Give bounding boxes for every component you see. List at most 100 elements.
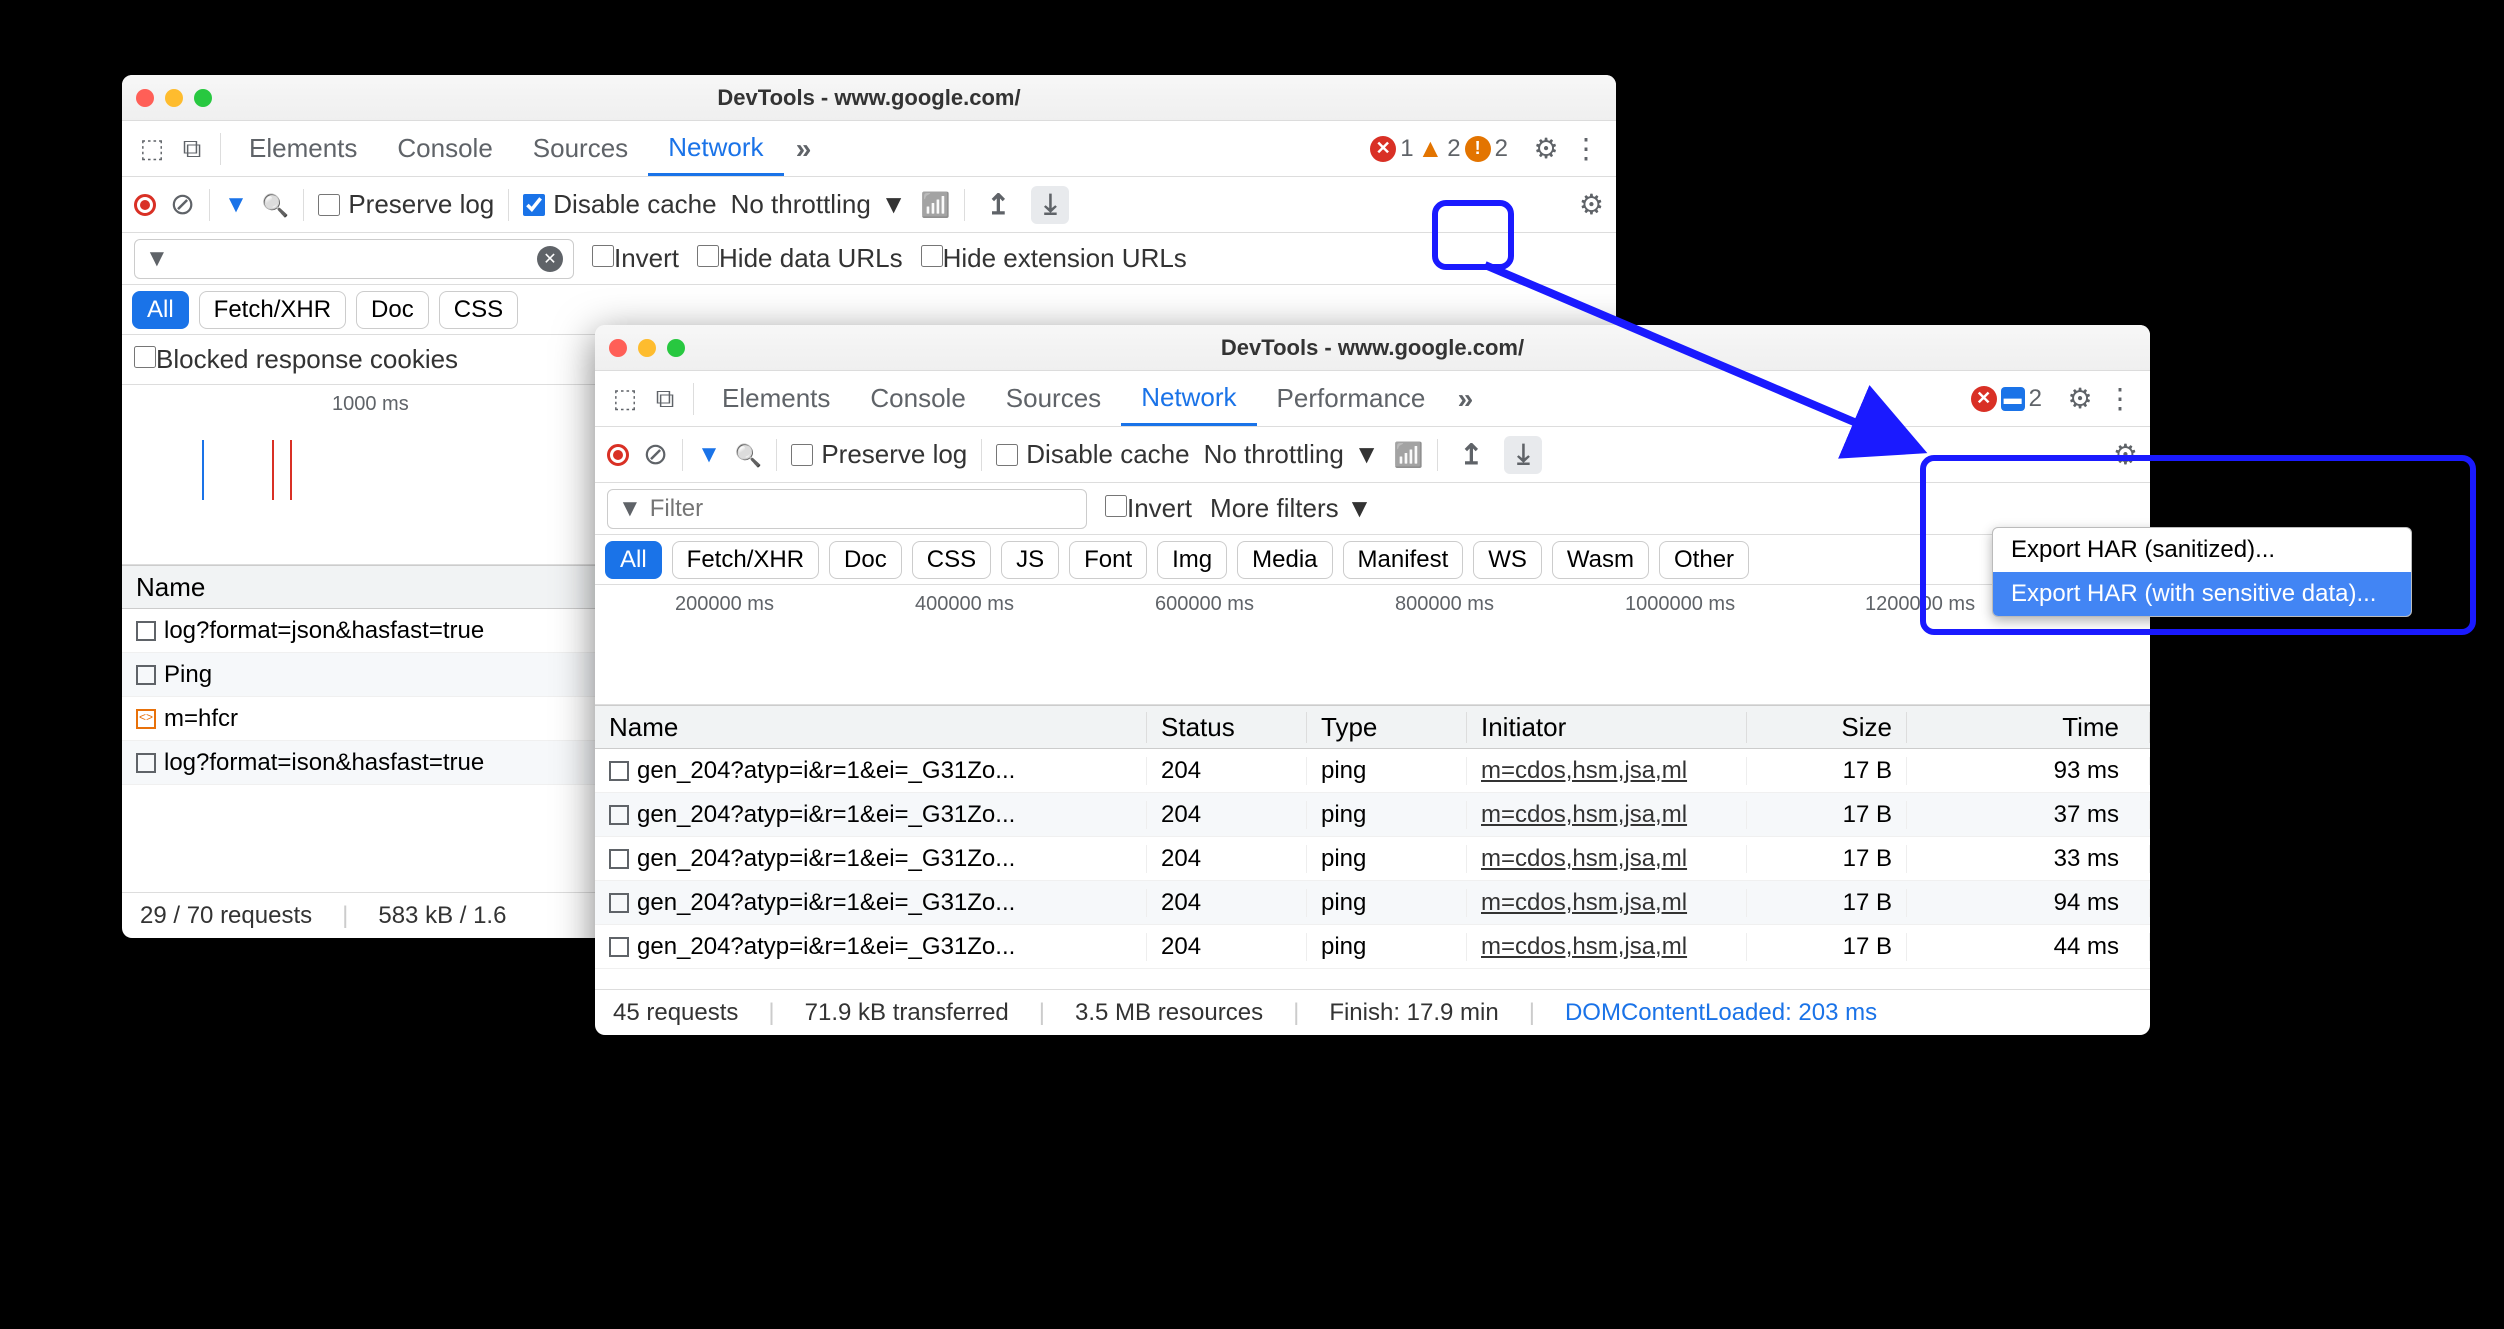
column-name[interactable]: Name	[595, 712, 1147, 743]
chip-css[interactable]: CSS	[439, 291, 518, 329]
record-button[interactable]	[134, 194, 156, 216]
network-conditions-icon[interactable]	[1394, 439, 1424, 470]
chip-manifest[interactable]: Manifest	[1343, 541, 1464, 579]
minimize-window-button[interactable]	[638, 339, 656, 357]
tab-console[interactable]: Console	[850, 371, 985, 426]
invert-checkbox[interactable]: Invert	[592, 243, 679, 274]
column-size[interactable]: Size	[1747, 712, 1907, 743]
timeline-overview[interactable]: 200000 ms 400000 ms 600000 ms 800000 ms …	[595, 585, 2150, 705]
hide-data-urls-checkbox[interactable]: Hide data URLs	[697, 243, 903, 274]
settings-icon[interactable]	[2060, 382, 2100, 415]
column-type[interactable]: Type	[1307, 712, 1467, 743]
export-har-sanitized[interactable]: Export HAR (sanitized)...	[1993, 528, 2411, 572]
network-settings-icon[interactable]	[2113, 438, 2138, 471]
resources-size: 3.5 MB resources	[1075, 999, 1263, 1027]
preserve-log-checkbox[interactable]: Preserve log	[318, 189, 494, 220]
import-har-button[interactable]	[1452, 436, 1490, 474]
chip-fetch-xhr[interactable]: Fetch/XHR	[199, 291, 346, 329]
initiator-link[interactable]: m=cdos,hsm,jsa,ml	[1481, 801, 1687, 828]
timeline-tick: 600000 ms	[1155, 593, 1254, 616]
initiator-link[interactable]: m=cdos,hsm,jsa,ml	[1481, 845, 1687, 872]
throttling-select[interactable]: No throttling▼	[1204, 439, 1380, 470]
maximize-window-button[interactable]	[194, 89, 212, 107]
tab-elements[interactable]: Elements	[702, 371, 850, 426]
chip-js[interactable]: JS	[1001, 541, 1059, 579]
more-menu-icon[interactable]	[2100, 382, 2140, 415]
chip-all[interactable]: All	[132, 291, 189, 329]
preserve-log-checkbox[interactable]: Preserve log	[791, 439, 967, 470]
network-conditions-icon[interactable]	[921, 189, 951, 220]
chat-badge-icon: ▬	[2001, 387, 2025, 411]
issue-badges[interactable]: ✕ ▬ 2	[1971, 385, 2042, 413]
network-settings-icon[interactable]	[1579, 188, 1604, 221]
chip-other[interactable]: Other	[1659, 541, 1749, 579]
filter-toggle-icon[interactable]: ▼	[697, 441, 721, 469]
disable-cache-checkbox[interactable]: Disable cache	[996, 439, 1189, 470]
more-filters-dropdown[interactable]: More filters▼	[1210, 493, 1372, 524]
initiator-link[interactable]: m=cdos,hsm,jsa,ml	[1481, 757, 1687, 784]
close-window-button[interactable]	[609, 339, 627, 357]
chip-all[interactable]: All	[605, 541, 662, 579]
more-tabs-icon[interactable]	[784, 133, 824, 165]
column-time[interactable]: Time	[1907, 712, 2150, 743]
export-har-sensitive[interactable]: Export HAR (with sensitive data)...	[1993, 572, 2411, 616]
chip-fetch-xhr[interactable]: Fetch/XHR	[672, 541, 819, 579]
filter-input[interactable]: ▼	[607, 489, 1087, 529]
more-menu-icon[interactable]	[1566, 132, 1606, 165]
timeline-marker	[202, 440, 204, 500]
search-icon[interactable]	[262, 189, 289, 220]
maximize-window-button[interactable]	[667, 339, 685, 357]
column-status[interactable]: Status	[1147, 712, 1307, 743]
tab-network[interactable]: Network	[648, 121, 783, 176]
table-row[interactable]: gen_204?atyp=i&r=1&ei=_G31Zo...204pingm=…	[595, 749, 2150, 793]
hide-extension-urls-checkbox[interactable]: Hide extension URLs	[921, 243, 1187, 274]
clear-filter-icon[interactable]: ✕	[537, 246, 563, 272]
clear-button[interactable]	[170, 187, 195, 222]
chip-doc[interactable]: Doc	[356, 291, 429, 329]
chip-doc[interactable]: Doc	[829, 541, 902, 579]
export-har-button[interactable]	[1031, 186, 1069, 224]
column-initiator[interactable]: Initiator	[1467, 712, 1747, 743]
tab-performance[interactable]: Performance	[1257, 371, 1446, 426]
file-icon	[136, 753, 156, 773]
search-icon[interactable]	[735, 439, 762, 470]
filter-input[interactable]: ▼ ✕	[134, 239, 574, 279]
throttling-select[interactable]: No throttling▼	[731, 189, 907, 220]
tab-elements[interactable]: Elements	[229, 121, 377, 176]
device-toolbar-icon[interactable]	[172, 133, 212, 165]
chip-wasm[interactable]: Wasm	[1552, 541, 1649, 579]
tab-sources[interactable]: Sources	[986, 371, 1121, 426]
tab-network[interactable]: Network	[1121, 371, 1256, 426]
initiator-link[interactable]: m=cdos,hsm,jsa,ml	[1481, 933, 1687, 960]
table-row[interactable]: gen_204?atyp=i&r=1&ei=_G31Zo...204pingm=…	[595, 793, 2150, 837]
blocked-cookies-checkbox[interactable]: Blocked response cookies	[134, 344, 458, 375]
chip-css[interactable]: CSS	[912, 541, 991, 579]
device-toolbar-icon[interactable]	[645, 383, 685, 415]
close-window-button[interactable]	[136, 89, 154, 107]
minimize-window-button[interactable]	[165, 89, 183, 107]
invert-checkbox[interactable]: Invert	[1105, 493, 1192, 524]
chip-img[interactable]: Img	[1157, 541, 1227, 579]
table-row[interactable]: gen_204?atyp=i&r=1&ei=_G31Zo...204pingm=…	[595, 925, 2150, 969]
table-row[interactable]: gen_204?atyp=i&r=1&ei=_G31Zo...204pingm=…	[595, 837, 2150, 881]
record-button[interactable]	[607, 444, 629, 466]
table-row[interactable]: gen_204?atyp=i&r=1&ei=_G31Zo...204pingm=…	[595, 881, 2150, 925]
export-har-button[interactable]	[1504, 436, 1542, 474]
window-title: DevTools - www.google.com/	[122, 85, 1616, 111]
chip-ws[interactable]: WS	[1473, 541, 1542, 579]
inspect-element-icon[interactable]	[605, 383, 645, 414]
chip-media[interactable]: Media	[1237, 541, 1332, 579]
disable-cache-checkbox[interactable]: Disable cache	[523, 189, 716, 220]
filter-toggle-icon[interactable]: ▼	[224, 191, 248, 219]
clear-button[interactable]	[643, 437, 668, 472]
settings-icon[interactable]	[1526, 132, 1566, 165]
inspect-element-icon[interactable]	[132, 133, 172, 164]
issue-badges[interactable]: ✕1 ▲2 !2	[1370, 133, 1508, 164]
tab-console[interactable]: Console	[377, 121, 512, 176]
chip-font[interactable]: Font	[1069, 541, 1147, 579]
initiator-link[interactable]: m=cdos,hsm,jsa,ml	[1481, 889, 1687, 916]
more-tabs-icon[interactable]	[1445, 383, 1485, 415]
import-har-button[interactable]	[979, 186, 1017, 224]
finish-time: Finish: 17.9 min	[1329, 999, 1498, 1027]
tab-sources[interactable]: Sources	[513, 121, 648, 176]
